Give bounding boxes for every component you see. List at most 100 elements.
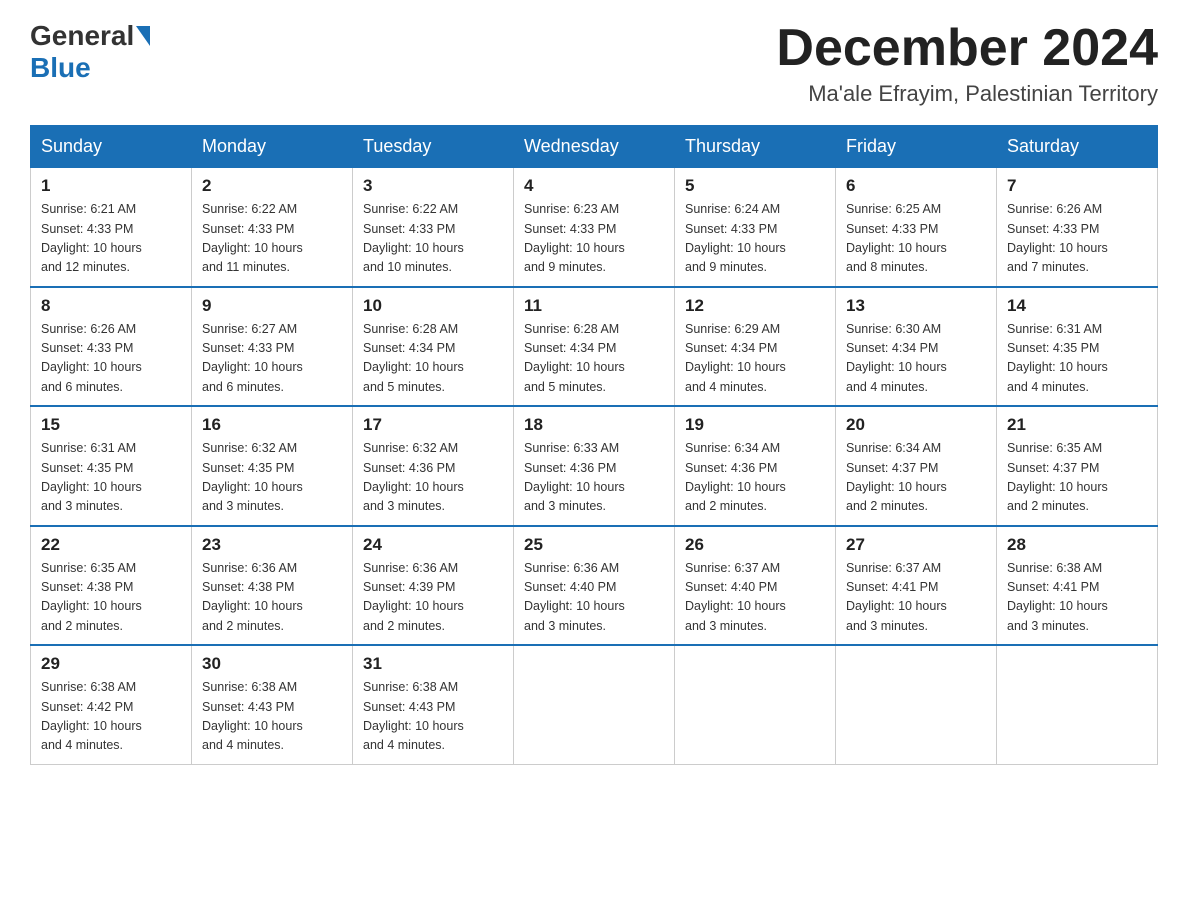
calendar-week-row: 15 Sunrise: 6:31 AMSunset: 4:35 PMDayligh… <box>31 406 1158 526</box>
day-info: Sunrise: 6:30 AMSunset: 4:34 PMDaylight:… <box>846 320 986 398</box>
calendar-week-row: 1 Sunrise: 6:21 AMSunset: 4:33 PMDaylight… <box>31 168 1158 287</box>
day-number: 22 <box>41 535 181 555</box>
table-row: 1 Sunrise: 6:21 AMSunset: 4:33 PMDaylight… <box>31 168 192 287</box>
day-number: 18 <box>524 415 664 435</box>
table-row: 5Sunrise: 6:24 AMSunset: 4:33 PMDaylight… <box>675 168 836 287</box>
table-row: 18 Sunrise: 6:33 AMSunset: 4:36 PMDayligh… <box>514 406 675 526</box>
day-number: 31 <box>363 654 503 674</box>
day-info: Sunrise: 6:32 AMSunset: 4:36 PMDaylight:… <box>363 439 503 517</box>
day-number: 11 <box>524 296 664 316</box>
table-row: 7Sunrise: 6:26 AMSunset: 4:33 PMDaylight… <box>997 168 1158 287</box>
calendar-week-row: 29 Sunrise: 6:38 AMSunset: 4:42 PMDayligh… <box>31 645 1158 764</box>
day-info: Sunrise: 6:38 AMSunset: 4:43 PMDaylight:… <box>363 678 503 756</box>
day-number: 26 <box>685 535 825 555</box>
col-sunday: Sunday <box>31 126 192 168</box>
day-number: 16 <box>202 415 342 435</box>
day-info: Sunrise: 6:38 AMSunset: 4:42 PMDaylight:… <box>41 678 181 756</box>
day-info: Sunrise: 6:23 AMSunset: 4:33 PMDaylight:… <box>524 200 664 278</box>
day-info: Sunrise: 6:34 AMSunset: 4:36 PMDaylight:… <box>685 439 825 517</box>
day-info: Sunrise: 6:21 AMSunset: 4:33 PMDaylight:… <box>41 200 181 278</box>
table-row <box>836 645 997 764</box>
table-row: 20 Sunrise: 6:34 AMSunset: 4:37 PMDayligh… <box>836 406 997 526</box>
day-number: 3 <box>363 176 503 196</box>
day-info: Sunrise: 6:38 AMSunset: 4:43 PMDaylight:… <box>202 678 342 756</box>
day-number: 7 <box>1007 176 1147 196</box>
day-info: Sunrise: 6:35 AMSunset: 4:38 PMDaylight:… <box>41 559 181 637</box>
day-number: 28 <box>1007 535 1147 555</box>
day-number: 13 <box>846 296 986 316</box>
day-info: Sunrise: 6:36 AMSunset: 4:39 PMDaylight:… <box>363 559 503 637</box>
col-saturday: Saturday <box>997 126 1158 168</box>
table-row: 2 Sunrise: 6:22 AMSunset: 4:33 PMDaylight… <box>192 168 353 287</box>
day-number: 20 <box>846 415 986 435</box>
day-number: 29 <box>41 654 181 674</box>
table-row: 16 Sunrise: 6:32 AMSunset: 4:35 PMDayligh… <box>192 406 353 526</box>
table-row: 19Sunrise: 6:34 AMSunset: 4:36 PMDayligh… <box>675 406 836 526</box>
day-number: 5 <box>685 176 825 196</box>
day-number: 23 <box>202 535 342 555</box>
logo-blue-text: Blue <box>30 52 91 84</box>
page-header: General Blue December 2024 Ma'ale Efrayi… <box>30 20 1158 107</box>
day-info: Sunrise: 6:38 AMSunset: 4:41 PMDaylight:… <box>1007 559 1147 637</box>
table-row: 17 Sunrise: 6:32 AMSunset: 4:36 PMDayligh… <box>353 406 514 526</box>
day-info: Sunrise: 6:28 AMSunset: 4:34 PMDaylight:… <box>363 320 503 398</box>
day-info: Sunrise: 6:29 AMSunset: 4:34 PMDaylight:… <box>685 320 825 398</box>
table-row: 29 Sunrise: 6:38 AMSunset: 4:42 PMDayligh… <box>31 645 192 764</box>
day-number: 17 <box>363 415 503 435</box>
day-number: 10 <box>363 296 503 316</box>
day-number: 27 <box>846 535 986 555</box>
col-thursday: Thursday <box>675 126 836 168</box>
day-number: 2 <box>202 176 342 196</box>
table-row: 9 Sunrise: 6:27 AMSunset: 4:33 PMDaylight… <box>192 287 353 407</box>
table-row: 13 Sunrise: 6:30 AMSunset: 4:34 PMDayligh… <box>836 287 997 407</box>
table-row: 15 Sunrise: 6:31 AMSunset: 4:35 PMDayligh… <box>31 406 192 526</box>
logo: General Blue <box>30 20 152 84</box>
day-info: Sunrise: 6:28 AMSunset: 4:34 PMDaylight:… <box>524 320 664 398</box>
calendar-table: Sunday Monday Tuesday Wednesday Thursday… <box>30 125 1158 765</box>
table-row: 10 Sunrise: 6:28 AMSunset: 4:34 PMDayligh… <box>353 287 514 407</box>
day-info: Sunrise: 6:37 AMSunset: 4:41 PMDaylight:… <box>846 559 986 637</box>
day-number: 1 <box>41 176 181 196</box>
table-row: 14Sunrise: 6:31 AMSunset: 4:35 PMDayligh… <box>997 287 1158 407</box>
day-number: 30 <box>202 654 342 674</box>
day-info: Sunrise: 6:22 AMSunset: 4:33 PMDaylight:… <box>202 200 342 278</box>
day-info: Sunrise: 6:35 AMSunset: 4:37 PMDaylight:… <box>1007 439 1147 517</box>
calendar-header-row: Sunday Monday Tuesday Wednesday Thursday… <box>31 126 1158 168</box>
day-number: 25 <box>524 535 664 555</box>
calendar-week-row: 22 Sunrise: 6:35 AMSunset: 4:38 PMDayligh… <box>31 526 1158 646</box>
day-info: Sunrise: 6:31 AMSunset: 4:35 PMDaylight:… <box>41 439 181 517</box>
table-row: 25 Sunrise: 6:36 AMSunset: 4:40 PMDayligh… <box>514 526 675 646</box>
day-info: Sunrise: 6:34 AMSunset: 4:37 PMDaylight:… <box>846 439 986 517</box>
day-number: 4 <box>524 176 664 196</box>
table-row: 4 Sunrise: 6:23 AMSunset: 4:33 PMDaylight… <box>514 168 675 287</box>
day-info: Sunrise: 6:27 AMSunset: 4:33 PMDaylight:… <box>202 320 342 398</box>
table-row: 26 Sunrise: 6:37 AMSunset: 4:40 PMDayligh… <box>675 526 836 646</box>
col-monday: Monday <box>192 126 353 168</box>
day-number: 21 <box>1007 415 1147 435</box>
logo-triangle-icon <box>136 26 150 46</box>
day-number: 14 <box>1007 296 1147 316</box>
day-info: Sunrise: 6:37 AMSunset: 4:40 PMDaylight:… <box>685 559 825 637</box>
day-info: Sunrise: 6:22 AMSunset: 4:33 PMDaylight:… <box>363 200 503 278</box>
table-row: 30 Sunrise: 6:38 AMSunset: 4:43 PMDayligh… <box>192 645 353 764</box>
table-row: 8 Sunrise: 6:26 AMSunset: 4:33 PMDaylight… <box>31 287 192 407</box>
table-row <box>997 645 1158 764</box>
title-section: December 2024 Ma'ale Efrayim, Palestinia… <box>776 20 1158 107</box>
calendar-week-row: 8 Sunrise: 6:26 AMSunset: 4:33 PMDaylight… <box>31 287 1158 407</box>
day-number: 24 <box>363 535 503 555</box>
day-number: 9 <box>202 296 342 316</box>
table-row <box>675 645 836 764</box>
month-title: December 2024 <box>776 20 1158 77</box>
day-info: Sunrise: 6:36 AMSunset: 4:40 PMDaylight:… <box>524 559 664 637</box>
table-row: 31 Sunrise: 6:38 AMSunset: 4:43 PMDayligh… <box>353 645 514 764</box>
day-info: Sunrise: 6:32 AMSunset: 4:35 PMDaylight:… <box>202 439 342 517</box>
day-number: 15 <box>41 415 181 435</box>
table-row: 21 Sunrise: 6:35 AMSunset: 4:37 PMDayligh… <box>997 406 1158 526</box>
day-info: Sunrise: 6:26 AMSunset: 4:33 PMDaylight:… <box>41 320 181 398</box>
day-number: 6 <box>846 176 986 196</box>
table-row: 23Sunrise: 6:36 AMSunset: 4:38 PMDayligh… <box>192 526 353 646</box>
day-info: Sunrise: 6:33 AMSunset: 4:36 PMDaylight:… <box>524 439 664 517</box>
table-row: 28 Sunrise: 6:38 AMSunset: 4:41 PMDayligh… <box>997 526 1158 646</box>
col-friday: Friday <box>836 126 997 168</box>
day-number: 8 <box>41 296 181 316</box>
